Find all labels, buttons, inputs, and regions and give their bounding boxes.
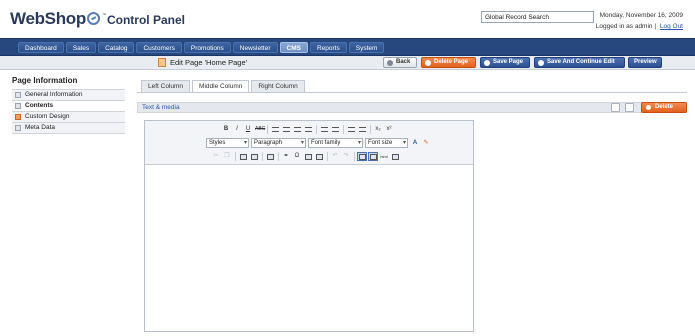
logo-mark-icon (86, 12, 100, 25)
section-title: Text & media (142, 104, 180, 111)
nav-item-reports[interactable]: Reports (309, 42, 347, 53)
nav-item-sales[interactable]: Sales (65, 42, 97, 53)
section-header (137, 102, 687, 113)
paragraph-select[interactable]: Paragraph (251, 138, 306, 148)
sidebar-item-label: General Information (25, 91, 83, 98)
sidebar-item-general-information[interactable]: General Information (12, 90, 125, 101)
strikethrough-button[interactable]: ABC (254, 125, 265, 134)
logout-link[interactable]: Log Out (660, 23, 683, 30)
indent-icon[interactable] (330, 125, 340, 134)
italic-button[interactable]: I (232, 125, 242, 134)
page-icon (15, 103, 21, 109)
move-up-button[interactable] (611, 103, 620, 112)
nav-item-newsletter[interactable]: Newsletter (232, 42, 278, 53)
copy-icon[interactable]: ❐ (222, 152, 232, 161)
subscript-button[interactable]: x₂ (373, 125, 383, 134)
special-char-button[interactable]: Ω (292, 152, 302, 161)
cut-icon[interactable]: ✂ (211, 152, 221, 161)
section-delete-button[interactable]: Delete (641, 102, 687, 113)
delete-icon (425, 59, 431, 66)
align-right-icon[interactable] (292, 125, 302, 134)
underline-button[interactable]: U (243, 125, 253, 134)
preview-button[interactable]: Preview (628, 57, 662, 68)
numbered-list-icon[interactable] (357, 125, 367, 134)
move-down-button[interactable] (625, 103, 634, 112)
page-icon (158, 58, 166, 67)
main-nav: Dashboard Sales Catalog Customers Promot… (0, 38, 695, 56)
tab-middle-column[interactable]: Middle Column (192, 80, 250, 92)
logo-trademark: ™ (101, 12, 106, 17)
nav-item-system[interactable]: System (348, 42, 385, 53)
rich-text-editor: B I U ABC x₂ x² Styles Paragraph Font fa… (144, 120, 474, 332)
find-icon[interactable] (238, 152, 248, 161)
page-icon (15, 125, 21, 131)
delete-page-button[interactable]: Delete Page (421, 57, 476, 68)
styles-select[interactable]: Styles (206, 138, 249, 148)
align-justify-icon[interactable] (303, 125, 313, 134)
html-source-icon[interactable]: html (379, 152, 389, 161)
bold-button[interactable]: B (221, 125, 231, 134)
save-continue-label: Save And Continue Edit (547, 59, 615, 65)
fullscreen-icon[interactable] (368, 152, 378, 161)
table-icon[interactable] (265, 152, 275, 161)
current-date: Monday, November 16, 2009 (599, 12, 683, 19)
page-title: Edit Page 'Home Page' (158, 58, 247, 67)
page-title-text: Edit Page 'Home Page' (170, 58, 248, 67)
login-text: Logged in as admin (595, 23, 653, 30)
link-icon[interactable]: ⚭ (281, 152, 291, 161)
highlight-icon[interactable]: ✎ (421, 139, 431, 148)
media-icon[interactable] (314, 152, 324, 161)
save-page-button[interactable]: Save Page (480, 57, 530, 68)
undo-icon[interactable]: ↶ (330, 152, 340, 161)
replace-icon[interactable] (249, 152, 259, 161)
sidebar-list: General Information Contents Custom Desi… (12, 89, 125, 134)
image-icon[interactable] (303, 152, 313, 161)
tab-left-column[interactable]: Left Column (141, 80, 191, 92)
visual-aid-icon[interactable] (357, 152, 367, 161)
column-tabs: Left Column Middle Column Right Column (141, 80, 307, 92)
logo-subtitle: Control Panel (106, 13, 185, 27)
logo-name: WebShop (10, 9, 86, 28)
editor-toolbar: B I U ABC x₂ x² Styles Paragraph Font fa… (145, 121, 473, 165)
tab-right-column[interactable]: Right Column (251, 80, 305, 92)
sidebar-item-label: Custom Design (25, 113, 70, 120)
sidebar-title: Page Information (12, 76, 78, 85)
delete-page-label: Delete Page (434, 59, 469, 65)
nav-item-catalog[interactable]: Catalog (98, 42, 135, 53)
sidebar-item-custom-design[interactable]: Custom Design (12, 112, 125, 123)
redo-icon[interactable]: ↷ (341, 152, 351, 161)
nav-item-promotions[interactable]: Promotions (183, 42, 231, 53)
save-continue-button[interactable]: Save And Continue Edit (534, 57, 625, 68)
logo: WebShop ™ Control Panel (10, 9, 185, 29)
nav-item-cms[interactable]: CMS (279, 42, 308, 53)
sidebar-item-label: Contents (25, 102, 54, 109)
editor-content-area[interactable] (145, 165, 473, 331)
back-button[interactable]: Back (383, 57, 417, 68)
design-icon (15, 114, 21, 120)
font-size-select[interactable]: Font size (365, 138, 408, 148)
sidebar-item-contents[interactable]: Contents (12, 101, 125, 112)
header: WebShop ™ Control Panel Monday, November… (0, 0, 695, 38)
sidebar-item-meta-data[interactable]: Meta Data (12, 123, 125, 134)
save-continue-icon (538, 59, 544, 66)
bullet-list-icon[interactable] (346, 125, 356, 134)
nav-item-dashboard[interactable]: Dashboard (18, 42, 64, 53)
outdent-icon[interactable] (319, 125, 329, 134)
global-search-input[interactable] (481, 11, 594, 23)
back-label: Back (396, 59, 411, 65)
align-left-icon[interactable] (270, 125, 280, 134)
page-icon (15, 92, 21, 98)
save-page-label: Save Page (493, 59, 524, 65)
tabs-divider (137, 92, 687, 93)
login-info: Logged in as admin | Log Out (595, 23, 683, 30)
font-family-select[interactable]: Font family (308, 138, 363, 148)
save-icon (484, 59, 490, 66)
sidebar-item-label: Meta Data (25, 124, 55, 131)
back-icon (387, 59, 393, 66)
align-center-icon[interactable] (281, 125, 291, 134)
superscript-button[interactable]: x² (384, 125, 394, 134)
text-color-icon[interactable]: A (410, 139, 420, 148)
help-icon[interactable] (390, 152, 400, 161)
nav-item-customers[interactable]: Customers (136, 42, 182, 53)
